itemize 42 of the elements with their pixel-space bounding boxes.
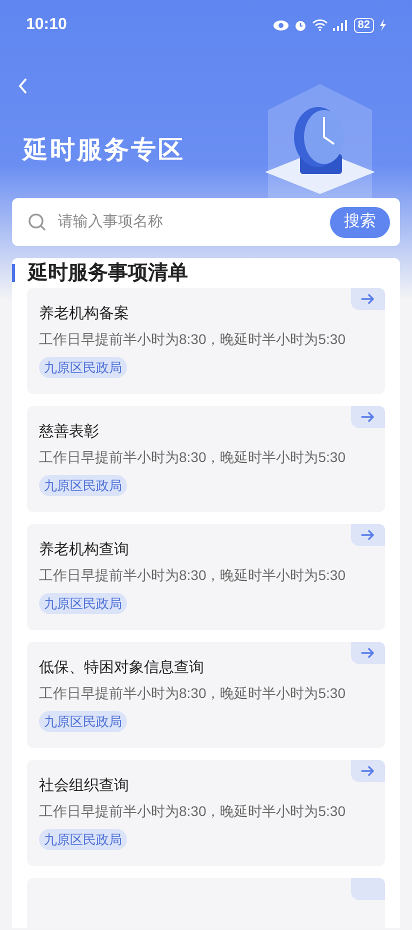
service-name: 养老机构备案 <box>39 304 130 324</box>
department-tag: 九原区民政局 <box>39 475 127 496</box>
service-card[interactable]: 慈善表彰 工作日早提前半小时为8:30，晚延时半小时为5:30 九原区民政局 <box>27 406 385 512</box>
service-name: 慈善表彰 <box>39 422 100 442</box>
department-tag: 九原区民政局 <box>39 357 127 378</box>
arrow-button[interactable] <box>351 406 385 428</box>
arrow-right-icon <box>361 412 375 422</box>
arrow-right-icon <box>361 294 375 304</box>
arrow-button[interactable] <box>351 524 385 546</box>
arrow-button[interactable] <box>351 288 385 310</box>
list-title: 延时服务事项清单 <box>28 261 188 286</box>
service-hours: 工作日早提前半小时为8:30，晚延时半小时为5:30 <box>39 448 346 466</box>
back-icon <box>18 78 28 94</box>
arrow-right-icon <box>361 648 375 658</box>
service-card[interactable]: 养老机构查询 工作日早提前半小时为8:30，晚延时半小时为5:30 九原区民政局 <box>27 524 385 630</box>
status-time: 10:10 <box>26 15 67 35</box>
charging-icon <box>379 19 386 31</box>
page-title: 延时服务专区 <box>20 135 186 166</box>
service-hours: 工作日早提前半小时为8:30，晚延时半小时为5:30 <box>39 684 346 702</box>
heading-accent <box>12 264 15 282</box>
arrow-right-icon <box>361 530 375 540</box>
service-name: 低保、特困对象信息查询 <box>39 658 205 678</box>
alarm-icon <box>294 18 307 32</box>
service-hours: 工作日早提前半小时为8:30，晚延时半小时为5:30 <box>39 566 346 584</box>
service-card[interactable]: 低保、特困对象信息查询 工作日早提前半小时为8:30，晚延时半小时为5:30 九原区民政局 <box>27 642 385 748</box>
wifi-icon <box>312 19 328 31</box>
department-tag: 九原区民政局 <box>39 593 127 614</box>
service-name: 养老机构查询 <box>39 540 130 560</box>
battery-level: 82 <box>354 18 374 32</box>
service-card[interactable]: 养老机构备案 工作日早提前半小时为8:30，晚延时半小时为5:30 九原区民政局 <box>27 288 385 394</box>
arrow-button[interactable] <box>351 642 385 664</box>
signal-icon <box>332 20 349 30</box>
service-name: 社会组织查询 <box>39 776 130 796</box>
service-card[interactable]: 社会组织查询 工作日早提前半小时为8:30，晚延时半小时为5:30 九原区民政局 <box>27 760 385 866</box>
service-hours: 工作日早提前半小时为8:30，晚延时半小时为5:30 <box>39 330 346 348</box>
eye-icon <box>272 20 289 30</box>
department-tag: 九原区民政局 <box>39 829 127 850</box>
department-tag: 九原区民政局 <box>39 711 127 732</box>
service-hours: 工作日早提前半小时为8:30，晚延时半小时为5:30 <box>39 802 346 820</box>
arrow-button[interactable] <box>351 760 385 782</box>
arrow-right-icon <box>361 766 375 776</box>
search-icon <box>28 213 46 231</box>
